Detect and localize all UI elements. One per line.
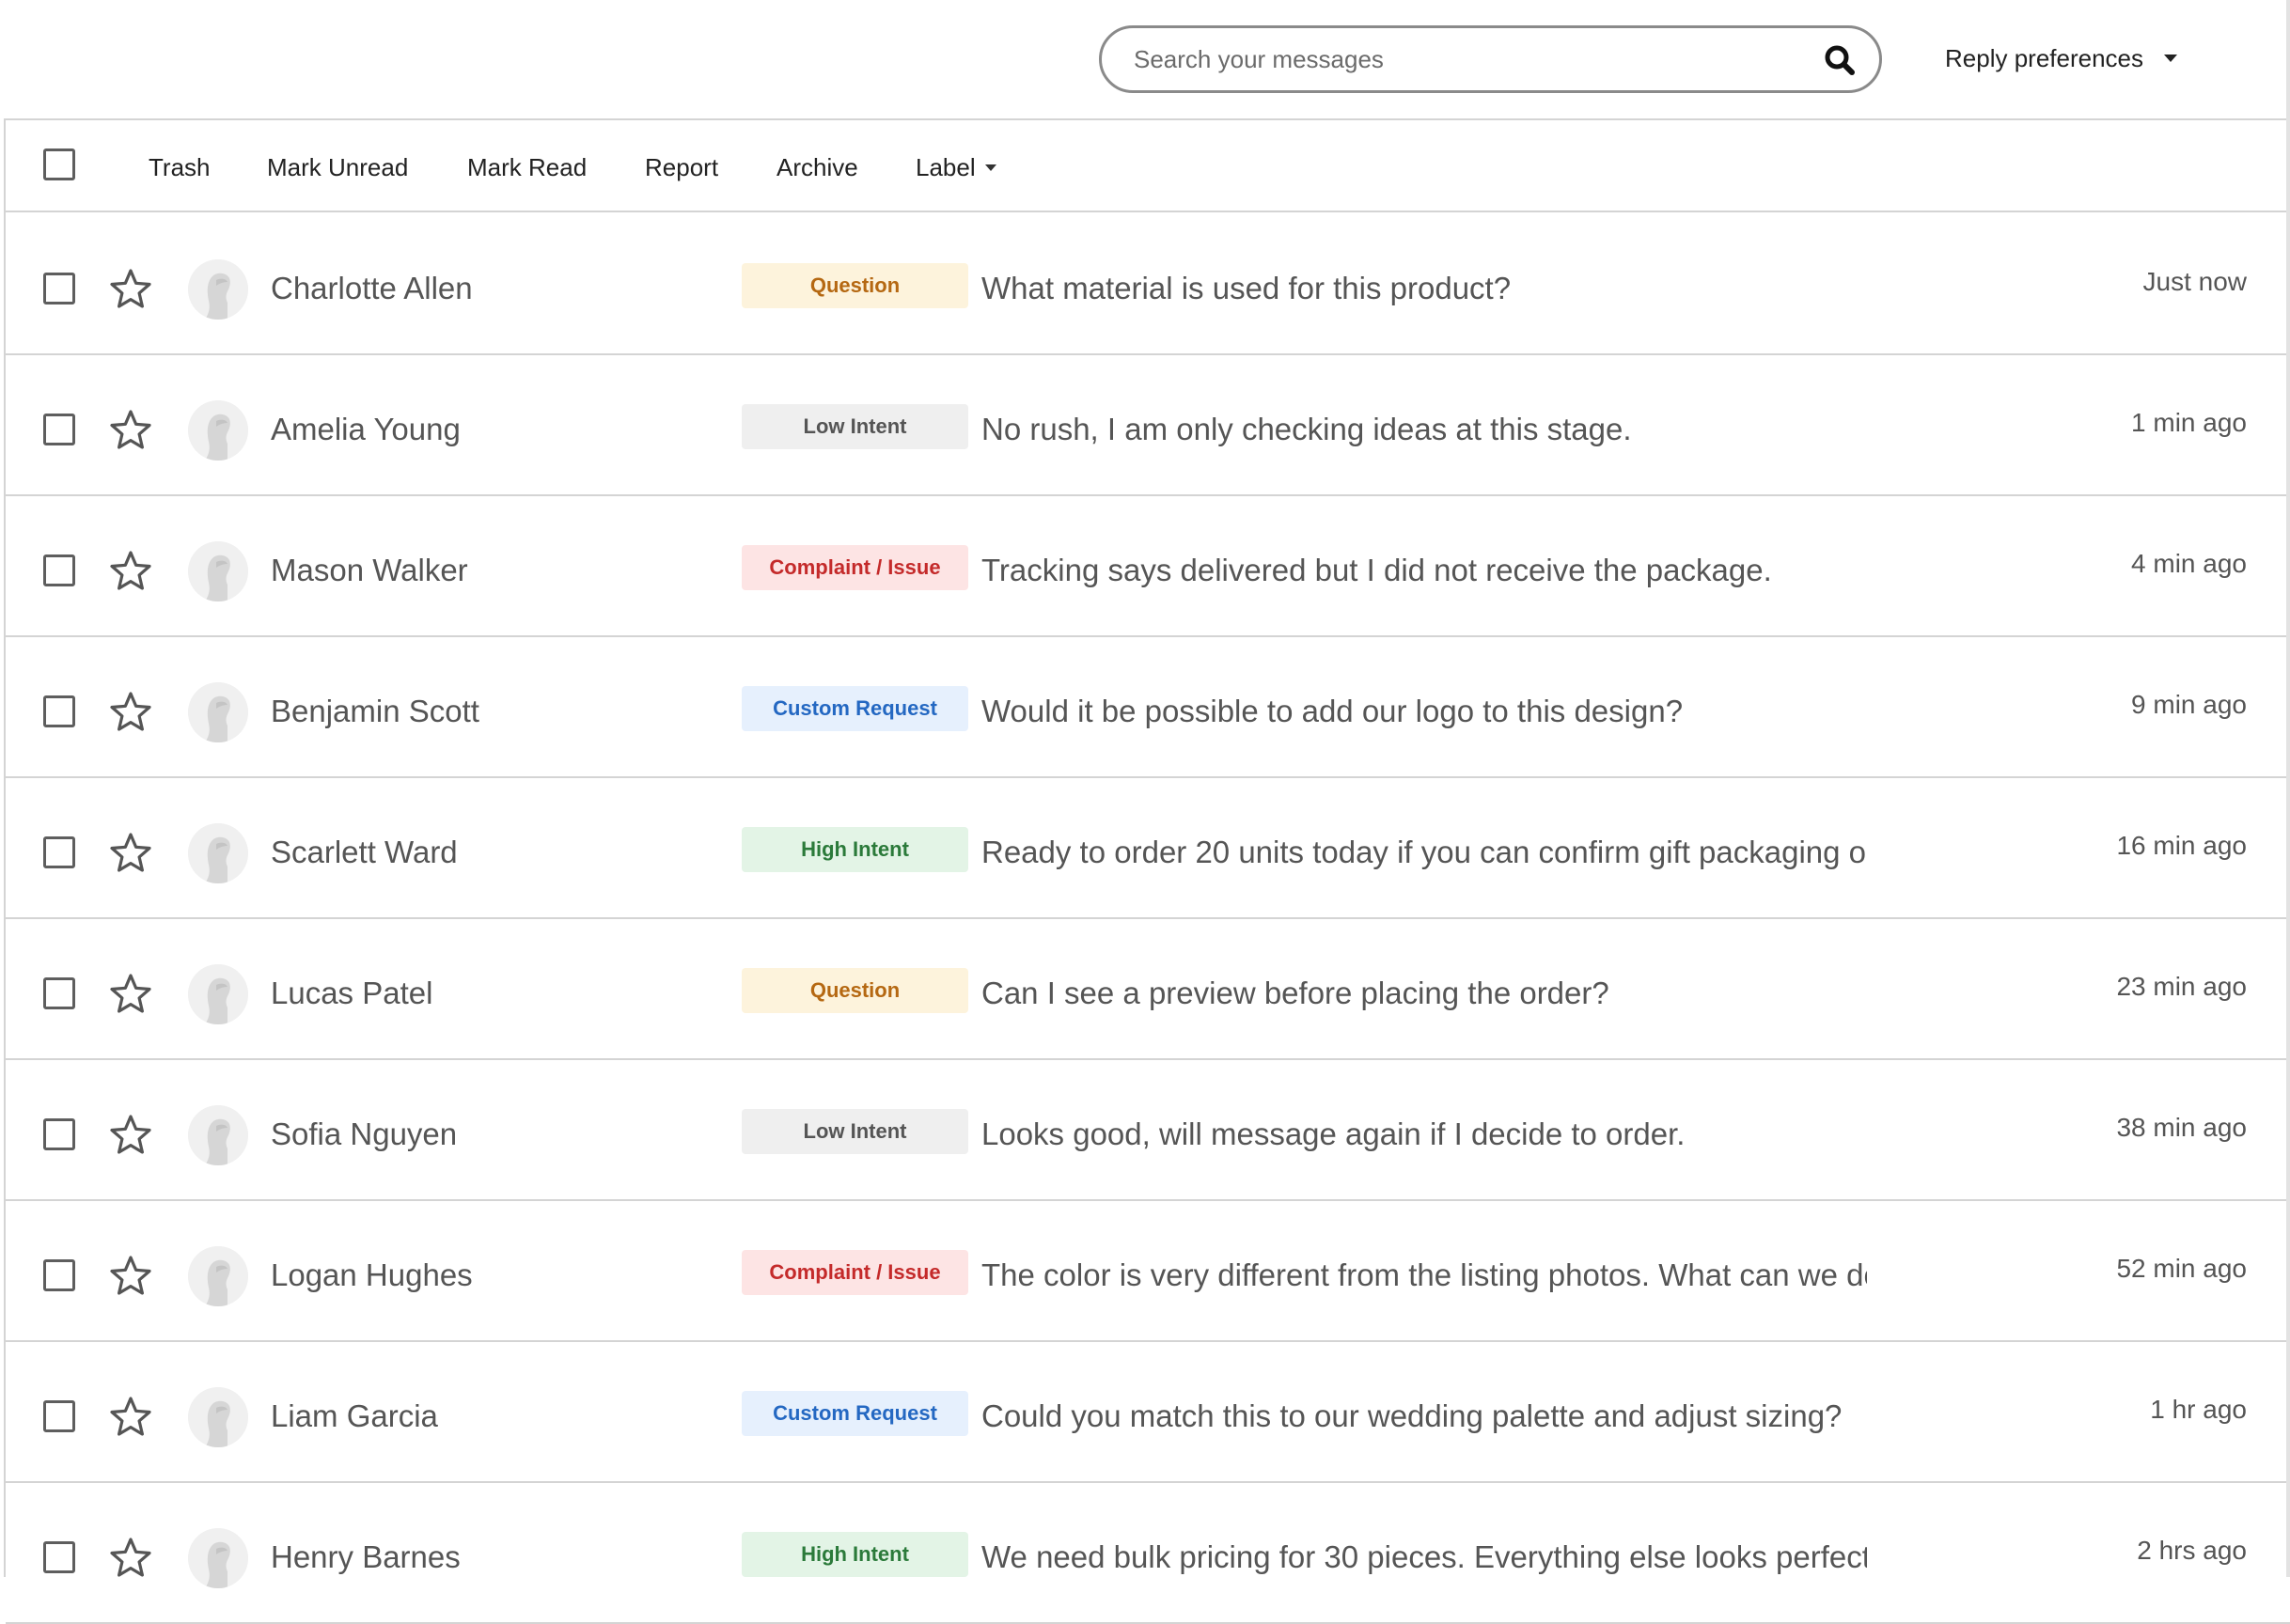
message-preview: What material is used for this product? (981, 271, 1512, 305)
row-checkbox[interactable] (43, 977, 75, 1009)
message-preview: The color is very different from the lis… (981, 1257, 1867, 1292)
message-row[interactable]: Lucas Patel Question Can I see a preview… (6, 919, 2290, 1060)
message-time: 1 hr ago (2150, 1395, 2247, 1424)
message-time: 16 min ago (2116, 831, 2247, 860)
message-time: 1 min ago (2131, 408, 2247, 437)
message-row[interactable]: Henry Barnes High Intent We need bulk pr… (6, 1483, 2290, 1624)
search-box (1099, 25, 1882, 93)
avatar (188, 541, 248, 601)
star-icon[interactable] (109, 1113, 152, 1156)
avatar (188, 259, 248, 320)
message-row[interactable]: Benjamin Scott Custom Request Would it b… (6, 637, 2290, 778)
message-time: 2 hrs ago (2137, 1536, 2247, 1565)
chevron-down-icon (2164, 55, 2177, 62)
message-preview: Would it be possible to add our logo to … (981, 694, 1684, 728)
bulk-actions-toolbar: Trash Mark Unread Mark Read Report Archi… (6, 120, 2290, 212)
row-checkbox[interactable] (43, 695, 75, 727)
mark-unread-button[interactable]: Mark Unread (267, 150, 408, 184)
intent-tag: Complaint / Issue (742, 545, 968, 590)
row-checkbox[interactable] (43, 836, 75, 868)
avatar (188, 1246, 248, 1306)
message-time: Just now (2142, 267, 2248, 296)
sender-name: Logan Hughes (271, 1257, 473, 1292)
sender-name: Lucas Patel (271, 976, 433, 1010)
chevron-down-icon (984, 164, 996, 171)
avatar (188, 1528, 248, 1588)
message-row[interactable]: Scarlett Ward High Intent Ready to order… (6, 778, 2290, 919)
select-all-checkbox[interactable] (43, 148, 75, 180)
message-list-panel: Trash Mark Unread Mark Read Report Archi… (4, 118, 2290, 1624)
message-time: 9 min ago (2131, 690, 2247, 719)
star-icon[interactable] (109, 1254, 152, 1297)
avatar (188, 1105, 248, 1165)
report-button[interactable]: Report (645, 150, 718, 184)
message-time: 52 min ago (2116, 1254, 2247, 1283)
search-icon[interactable] (1821, 41, 1859, 79)
star-icon[interactable] (109, 267, 152, 310)
sender-name: Liam Garcia (271, 1398, 438, 1433)
row-checkbox[interactable] (43, 1400, 75, 1432)
message-row[interactable]: Charlotte Allen Question What material i… (6, 214, 2290, 355)
intent-tag: Question (742, 263, 968, 308)
row-checkbox[interactable] (43, 1541, 75, 1573)
sender-name: Mason Walker (271, 553, 468, 587)
message-row[interactable]: Amelia Young Low Intent No rush, I am on… (6, 355, 2290, 496)
message-row[interactable]: Mason Walker Complaint / Issue Tracking … (6, 496, 2290, 637)
intent-tag: Custom Request (742, 1391, 968, 1436)
avatar (188, 964, 248, 1024)
sender-name: Charlotte Allen (271, 271, 473, 305)
star-icon[interactable] (109, 831, 152, 874)
message-preview: We need bulk pricing for 30 pieces. Ever… (981, 1539, 1867, 1574)
intent-tag: Low Intent (742, 1109, 968, 1154)
scrollbar-track[interactable] (2286, 0, 2290, 1577)
star-icon[interactable] (109, 690, 152, 733)
row-checkbox[interactable] (43, 554, 75, 586)
message-preview: Can I see a preview before placing the o… (981, 976, 1609, 1010)
sender-name: Henry Barnes (271, 1539, 461, 1574)
star-icon[interactable] (109, 549, 152, 592)
message-preview: Ready to order 20 units today if you can… (981, 835, 1867, 869)
message-preview: No rush, I am only checking ideas at thi… (981, 412, 1632, 446)
avatar (188, 823, 248, 883)
sender-name: Amelia Young (271, 412, 461, 446)
row-checkbox[interactable] (43, 273, 75, 304)
intent-tag: Custom Request (742, 686, 968, 731)
intent-tag: High Intent (742, 1532, 968, 1577)
message-row[interactable]: Liam Garcia Custom Request Could you mat… (6, 1342, 2290, 1483)
message-time: 23 min ago (2116, 972, 2247, 1001)
star-icon[interactable] (109, 1395, 152, 1438)
row-checkbox[interactable] (43, 414, 75, 445)
star-icon[interactable] (109, 972, 152, 1015)
message-time: 38 min ago (2116, 1113, 2247, 1142)
avatar (188, 682, 248, 742)
trash-button[interactable]: Trash (149, 150, 211, 184)
sender-name: Scarlett Ward (271, 835, 458, 869)
sender-name: Sofia Nguyen (271, 1116, 458, 1151)
intent-tag: Low Intent (742, 404, 968, 449)
message-row[interactable]: Logan Hughes Complaint / Issue The color… (6, 1201, 2290, 1342)
avatar (188, 400, 248, 461)
search-input[interactable] (1134, 39, 1792, 79)
avatar (188, 1387, 248, 1447)
message-preview: Tracking says delivered but I did not re… (981, 553, 1772, 587)
mark-read-button[interactable]: Mark Read (467, 150, 587, 184)
intent-tag: Complaint / Issue (742, 1250, 968, 1295)
reply-preferences-label: Reply preferences (1945, 43, 2143, 72)
top-bar: Reply preferences (0, 0, 2290, 118)
archive-button[interactable]: Archive (776, 150, 858, 184)
message-row[interactable]: Sofia Nguyen Low Intent Looks good, will… (6, 1060, 2290, 1201)
message-time: 4 min ago (2131, 549, 2247, 578)
label-dropdown[interactable]: Label (916, 150, 996, 184)
message-preview: Could you match this to our wedding pale… (981, 1398, 1843, 1433)
sender-name: Benjamin Scott (271, 694, 479, 728)
label-dropdown-text: Label (916, 152, 976, 181)
star-icon[interactable] (109, 1536, 152, 1579)
row-checkbox[interactable] (43, 1259, 75, 1291)
row-checkbox[interactable] (43, 1118, 75, 1150)
intent-tag: High Intent (742, 827, 968, 872)
message-preview: Looks good, will message again if I deci… (981, 1116, 1686, 1151)
reply-preferences-dropdown[interactable]: Reply preferences (1945, 41, 2177, 75)
star-icon[interactable] (109, 408, 152, 451)
intent-tag: Question (742, 968, 968, 1013)
